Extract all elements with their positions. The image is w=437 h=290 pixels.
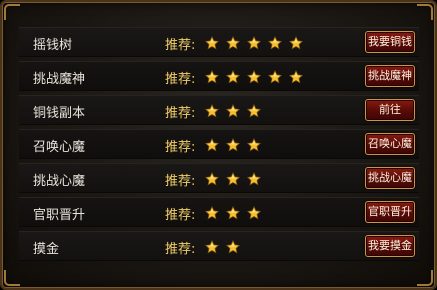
list-item: 挑战心魔 推荐: 挑战心魔 [19,163,419,193]
list-item: 官职晋升 推荐: 官职晋升 [19,197,419,227]
activity-name: 挑战魔神 [33,72,86,87]
activity-name: 召唤心魔 [33,140,86,155]
activity-name: 摇钱树 [33,38,73,53]
activity-action-button[interactable]: 挑战心魔 [365,167,415,189]
star-icon [226,240,240,254]
star-icon [226,172,240,186]
activity-action-button[interactable]: 我要摸金 [365,235,415,257]
list-item: 铜钱副本 推荐: 前往 [19,95,419,125]
star-icon [247,104,261,118]
activity-action-button[interactable]: 我要铜钱 [365,31,415,53]
star-icon [226,138,240,152]
star-icon [226,36,240,50]
recommend-label: 推荐: [165,174,196,189]
star-rating [205,240,247,254]
activity-action-button[interactable]: 前往 [365,99,415,121]
star-icon [205,206,219,220]
star-rating [205,138,268,152]
list-item: 摸金 推荐: 我要摸金 [19,231,419,261]
activity-panel: 摇钱树 推荐: 我要铜钱 挑战魔神 推荐: 挑战魔神 铜钱副本 推荐: 前往 召… [0,0,437,290]
star-rating [205,36,310,50]
activity-action-button[interactable]: 挑战魔神 [365,65,415,87]
star-icon [247,172,261,186]
star-icon [205,104,219,118]
recommend-label: 推荐: [165,140,196,155]
recommend-label: 推荐: [165,242,196,257]
star-icon [289,70,303,84]
star-icon [247,70,261,84]
list-item: 召唤心魔 推荐: 召唤心魔 [19,129,419,159]
star-icon [247,206,261,220]
recommend-label: 推荐: [165,72,196,87]
star-icon [205,172,219,186]
star-icon [226,70,240,84]
activity-name: 官职晋升 [33,208,86,223]
activity-name: 挑战心魔 [33,174,86,189]
activity-list: 摇钱树 推荐: 我要铜钱 挑战魔神 推荐: 挑战魔神 铜钱副本 推荐: 前往 召… [19,27,419,265]
star-icon [247,138,261,152]
star-icon [268,36,282,50]
star-icon [247,36,261,50]
corner-ornament [417,4,433,20]
recommend-label: 推荐: [165,106,196,121]
star-rating [205,172,268,186]
star-rating [205,104,268,118]
star-icon [205,138,219,152]
activity-action-button[interactable]: 官职晋升 [365,201,415,223]
star-icon [226,206,240,220]
corner-ornament [4,4,20,20]
activity-name: 铜钱副本 [33,106,86,121]
corner-ornament [417,270,433,286]
recommend-label: 推荐: [165,208,196,223]
list-item: 摇钱树 推荐: 我要铜钱 [19,27,419,57]
activity-name: 摸金 [33,242,60,257]
corner-ornament [4,270,20,286]
star-icon [226,104,240,118]
star-rating [205,70,310,84]
recommend-label: 推荐: [165,38,196,53]
activity-action-button[interactable]: 召唤心魔 [365,133,415,155]
star-icon [205,36,219,50]
star-icon [289,36,303,50]
star-icon [268,70,282,84]
star-rating [205,206,268,220]
star-icon [205,70,219,84]
star-icon [205,240,219,254]
list-item: 挑战魔神 推荐: 挑战魔神 [19,61,419,91]
